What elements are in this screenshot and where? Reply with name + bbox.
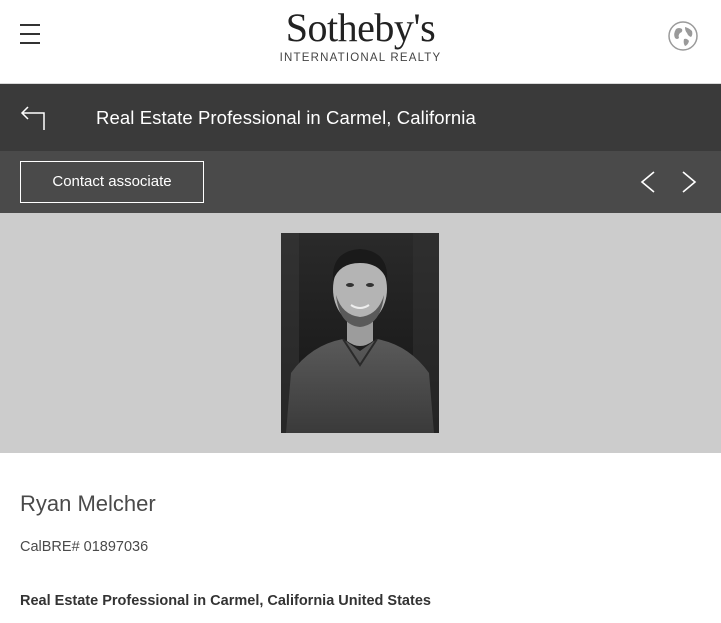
- agent-info: Ryan Melcher CalBRE# 01897036 Real Estat…: [0, 453, 721, 609]
- globe-icon[interactable]: [667, 20, 699, 52]
- agent-headline: Real Estate Professional in Carmel, Cali…: [20, 593, 431, 609]
- agent-photo-area: [0, 213, 721, 453]
- agent-name: Ryan Melcher: [20, 491, 156, 516]
- site-header: Sotheby's INTERNATIONAL REALTY: [0, 0, 721, 84]
- agent-photo: [281, 233, 439, 433]
- logo-sub-text: INTERNATIONAL REALTY: [279, 52, 442, 64]
- sothebys-logo[interactable]: Sotheby's INTERNATIONAL REALTY: [0, 5, 721, 65]
- license-number: CalBRE# 01897036: [20, 539, 149, 555]
- back-arrow-icon[interactable]: [18, 104, 48, 134]
- logo-main-text: Sotheby's: [285, 5, 436, 50]
- page-title: Real Estate Professional in Carmel, Cali…: [96, 107, 476, 128]
- chevron-right-icon[interactable]: [679, 170, 699, 194]
- title-bar: Real Estate Professional in Carmel, Cali…: [0, 84, 721, 151]
- chevron-left-icon[interactable]: [638, 170, 658, 194]
- contact-associate-button[interactable]: Contact associate: [20, 161, 204, 203]
- action-bar: Contact associate: [0, 151, 721, 213]
